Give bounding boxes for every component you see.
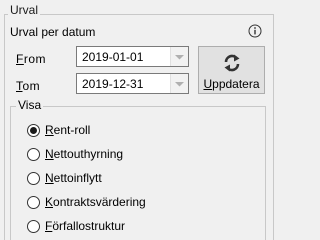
radio-label-rent-roll[interactable]: Rent-roll (45, 123, 90, 137)
from-label-rest: rom (23, 52, 47, 66)
to-date-value[interactable]: 2019-12-31 (82, 77, 143, 91)
urval-group-title: Urval (8, 3, 41, 17)
radio-nettoinflytt[interactable] (27, 172, 40, 185)
from-dropdown-button[interactable] (170, 47, 188, 66)
from-label: From (16, 52, 46, 66)
radio-label-nettoinflytt[interactable]: Nettoinflytt (45, 171, 102, 185)
chevron-down-icon (175, 55, 184, 60)
update-button[interactable]: Uppdatera (198, 46, 265, 94)
update-label-rest: ppdatera (212, 77, 260, 91)
from-date-value[interactable]: 2019-01-01 (82, 50, 143, 64)
from-label-mnemonic: F (16, 52, 24, 66)
radio-label-forfallostruktur[interactable]: Förfallostruktur (45, 219, 125, 233)
radio-rent-roll[interactable] (27, 124, 40, 137)
urval-per-datum-label: Urval per datum (10, 25, 96, 39)
radio-label-kontraktsvardering[interactable]: Kontraktsvärdering (45, 195, 146, 209)
to-label: Tom (16, 79, 40, 93)
visa-group-title: Visa (16, 98, 44, 112)
radio-forfallostruktur[interactable] (27, 220, 40, 233)
radio-label-rest: ontraktsvärdering (53, 195, 146, 209)
radio-kontraktsvardering[interactable] (27, 196, 40, 209)
radio-label-rest: örfallostruktur (52, 219, 126, 233)
to-dropdown-button[interactable] (170, 74, 188, 93)
to-label-rest: om (22, 79, 41, 93)
to-date-combo[interactable]: 2019-12-31 (76, 73, 189, 94)
urval-panel: Urval Urval per datum From 2019-01-01 To… (0, 0, 278, 240)
refresh-icon (224, 54, 240, 72)
radio-mnemonic: N (45, 171, 54, 185)
chevron-down-icon (175, 82, 184, 87)
radio-mnemonic: N (45, 147, 54, 161)
update-button-label: Uppdatera (199, 77, 264, 91)
from-date-combo[interactable]: 2019-01-01 (76, 46, 189, 67)
radio-mnemonic: K (45, 195, 54, 209)
radio-label-rest: ettoinflytt (53, 171, 102, 185)
radio-label-nettouthyrning[interactable]: Nettouthyrning (45, 147, 123, 161)
radio-label-rest: ent-roll (53, 123, 91, 137)
radio-nettouthyrning[interactable] (27, 148, 40, 161)
update-mnemonic: U (203, 77, 213, 91)
radio-label-rest: ettouthyrning (53, 147, 124, 161)
radio-mnemonic: R (45, 123, 54, 137)
info-circle-icon[interactable] (248, 24, 262, 38)
